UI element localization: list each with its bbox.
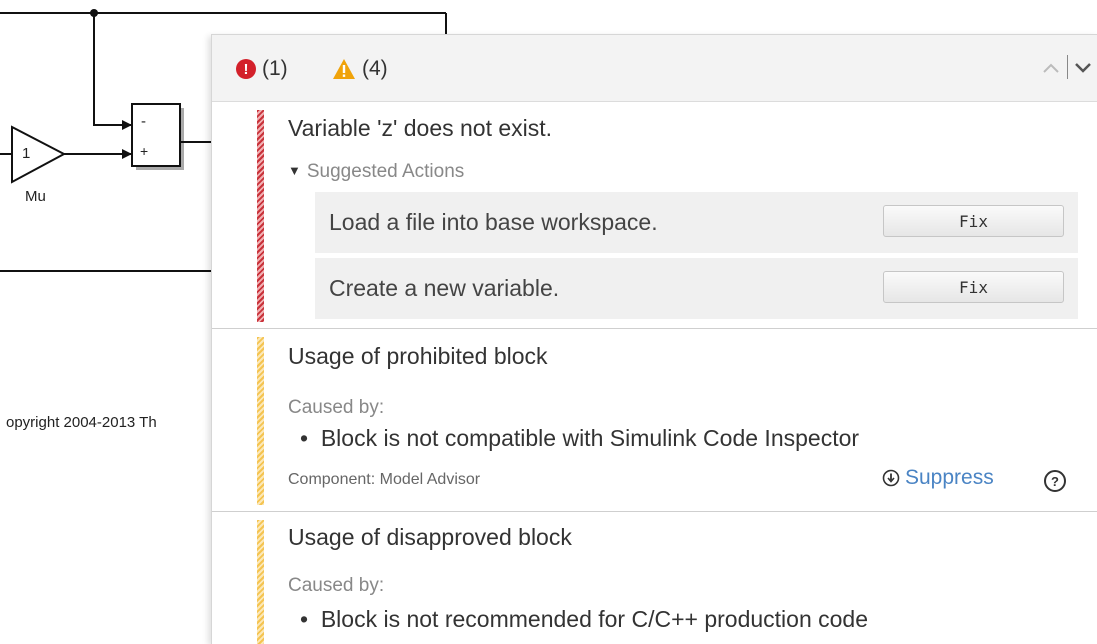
gain-value-label: 1: [22, 145, 31, 162]
next-message-button[interactable]: [1074, 57, 1092, 80]
component-label: Component: Model Advisor: [288, 471, 481, 488]
diagnostic-panel: ! (1) (4) Variable 'z' does not exist. ▼…: [211, 34, 1097, 644]
suggested-actions-label: Suggested Actions: [306, 161, 465, 182]
chevron-down-icon: [1075, 63, 1091, 73]
warning-message: Usage of disapproved block Caused by: • …: [212, 512, 1097, 644]
action-create-variable-text: Create a new variable.: [329, 275, 560, 301]
gain-block-name: Mu: [25, 188, 46, 205]
suppress-label: Suppress: [905, 466, 994, 489]
error-icon: !: [236, 59, 256, 79]
suggested-action-row: Create a new variable. Fix: [315, 258, 1078, 319]
chevron-up-icon: [1043, 63, 1059, 73]
cause-text: Block is not compatible with Simulink Co…: [320, 425, 860, 451]
caused-by-label: Caused by:: [288, 397, 385, 418]
suppress-link[interactable]: Suppress: [882, 466, 994, 490]
help-icon[interactable]: ?: [1044, 470, 1066, 492]
suggested-action-row: Load a file into base workspace. Fix: [315, 192, 1078, 253]
sum-minus-sign: -: [141, 113, 146, 130]
panel-header: ! (1) (4): [212, 35, 1097, 102]
signal-line-feedback: [93, 13, 132, 130]
suppress-icon: [882, 469, 900, 487]
expand-triangle-icon: ▼: [288, 163, 301, 178]
cause-item: • Block is not recommended for C/C++ pro…: [300, 606, 869, 632]
fix-load-file-button[interactable]: Fix: [883, 205, 1064, 237]
error-severity-stripe: [257, 110, 264, 322]
sum-plus-sign: +: [140, 143, 149, 159]
warning-severity-stripe: [257, 337, 264, 505]
fix-create-variable-button[interactable]: Fix: [883, 271, 1064, 303]
gain-block: [11, 125, 67, 184]
suggested-actions-toggle[interactable]: ▼ Suggested Actions: [288, 161, 464, 183]
nav-separator: [1067, 55, 1068, 79]
warning-title: Usage of prohibited block: [288, 343, 548, 369]
cause-text: Block is not recommended for C/C++ produ…: [320, 606, 869, 632]
warning-message: Usage of prohibited block Caused by: • B…: [212, 329, 1097, 512]
error-title: Variable 'z' does not exist.: [288, 115, 553, 141]
error-count-button[interactable]: ! (1): [236, 57, 288, 81]
error-count: (1): [262, 57, 288, 80]
warning-title: Usage of disapproved block: [288, 524, 572, 550]
cause-item: • Block is not compatible with Simulink …: [300, 425, 860, 451]
caused-by-label: Caused by:: [288, 575, 385, 596]
copyright-text: opyright 2004-2013 Th: [6, 414, 157, 431]
previous-message-button[interactable]: [1042, 57, 1060, 80]
action-load-file-text: Load a file into base workspace.: [329, 209, 658, 235]
error-message: Variable 'z' does not exist. ▼ Suggested …: [212, 102, 1097, 329]
warning-count: (4): [362, 57, 388, 80]
warning-count-button[interactable]: (4): [332, 57, 388, 81]
warning-severity-stripe: [257, 520, 264, 644]
warning-icon: [333, 59, 355, 79]
